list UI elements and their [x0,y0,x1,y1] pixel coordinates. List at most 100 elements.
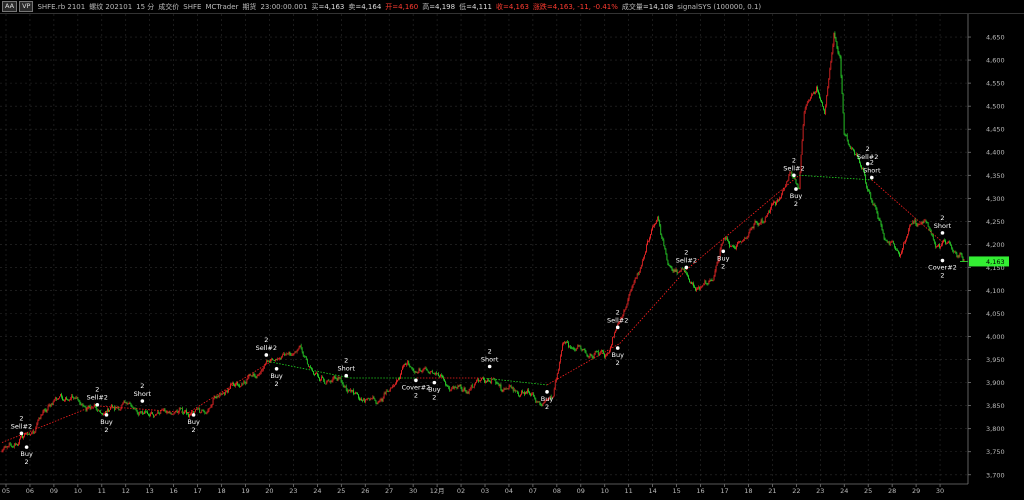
candle-body [284,353,286,356]
candle-body [538,401,540,403]
candle-body [424,367,426,369]
signal-qty: 2 [19,414,23,422]
candle-body [279,357,280,359]
candle-body [421,371,423,372]
candle-body [576,348,578,351]
candle-body [259,372,261,375]
candle-body [303,355,305,357]
toolbar-button-aa[interactable]: AA [2,1,18,12]
candle-body [512,386,514,392]
candle-body [824,109,826,114]
signal-marker [191,413,196,417]
candle-body [252,373,254,377]
candle-body [291,354,293,356]
x-tick-label: 06 [26,487,34,495]
candle-body [485,381,486,383]
candle-body [648,240,649,242]
candle-body [382,397,384,401]
candle-body [144,411,145,414]
candle-body [450,389,452,391]
candle-body [410,366,412,368]
y-tick-label: 4,200 [986,241,1005,249]
candle-body [14,443,16,446]
candle-body [273,359,274,361]
signal-label: Buy [270,372,283,380]
candle-body [534,396,536,398]
candle-body [851,147,853,150]
candle-body [822,102,823,107]
candle-body [760,219,762,224]
quote-field: 买=4,163 [311,2,344,12]
candle-body [419,368,421,371]
candle-body [735,247,736,249]
candle-body [736,245,737,249]
candle-body [265,360,267,364]
candle-body [420,370,422,372]
candle-body [474,382,476,385]
candle-body [413,370,415,372]
candlestick-chart-svg[interactable]: 3,700 3,750 3,800 3,850 3,900 3,950 4,000 4,050… [0,14,1024,496]
candle-body [753,224,755,229]
candle-body [828,78,830,88]
x-tick-label: 18 [217,487,225,495]
candle-body [210,406,212,408]
candle-body [72,395,74,398]
candle-body [466,392,468,393]
candle-body [478,379,479,382]
candle-body [786,181,788,186]
candle-body [376,402,378,404]
candle-body [960,253,962,254]
candle-body [244,381,246,383]
candle-body [390,387,392,389]
x-tick-label: 24 [313,487,321,495]
signal-marker [869,175,874,180]
candle-body [371,398,373,400]
candle-body [659,220,661,226]
candle-body [218,395,220,397]
signal-qty: 2 [616,308,620,316]
candle-body [686,273,687,274]
candle-body [670,265,672,268]
candle-body [114,406,116,410]
candle-body [235,384,236,386]
candle-body [359,398,360,401]
candle-body [318,375,319,379]
candle-body [641,260,643,265]
candle-body [554,382,556,390]
candle-body [504,388,506,390]
candle-body [54,397,56,400]
candle-body [566,341,567,343]
candle-body [542,403,544,406]
candle-body [771,204,772,209]
quote-field-label: 涨跌 [532,2,547,11]
x-tick-label: 12 [122,487,130,495]
candle-body [369,398,371,400]
candle-body [470,385,472,389]
candle-body [919,223,921,225]
candle-body [624,309,626,311]
price-chart[interactable]: 3,700 3,750 3,800 3,850 3,900 3,950 4,000 4,050… [0,14,1024,496]
candle-body [189,414,190,417]
candle-body [935,246,937,248]
toolbar-button-vp[interactable]: VP [19,1,34,12]
candle-body [839,54,841,58]
candle-body [688,275,689,279]
candle-body [844,134,846,136]
x-tick-label: 03 [481,487,489,495]
candle-body [690,281,691,283]
candle-body [573,348,575,349]
candle-body [867,187,869,191]
candle-body [342,383,344,387]
signal-marker [24,445,29,449]
candle-body [666,253,668,261]
candle-body [572,347,574,349]
candle-body [959,253,961,257]
candle-body [140,411,142,413]
candle-body [343,386,345,388]
candle-body [807,100,809,103]
y-tick-label: 3,800 [986,425,1005,433]
candle-body [68,399,69,401]
candle-body [41,414,43,416]
candle-body [589,353,591,357]
candle-body [737,242,738,246]
